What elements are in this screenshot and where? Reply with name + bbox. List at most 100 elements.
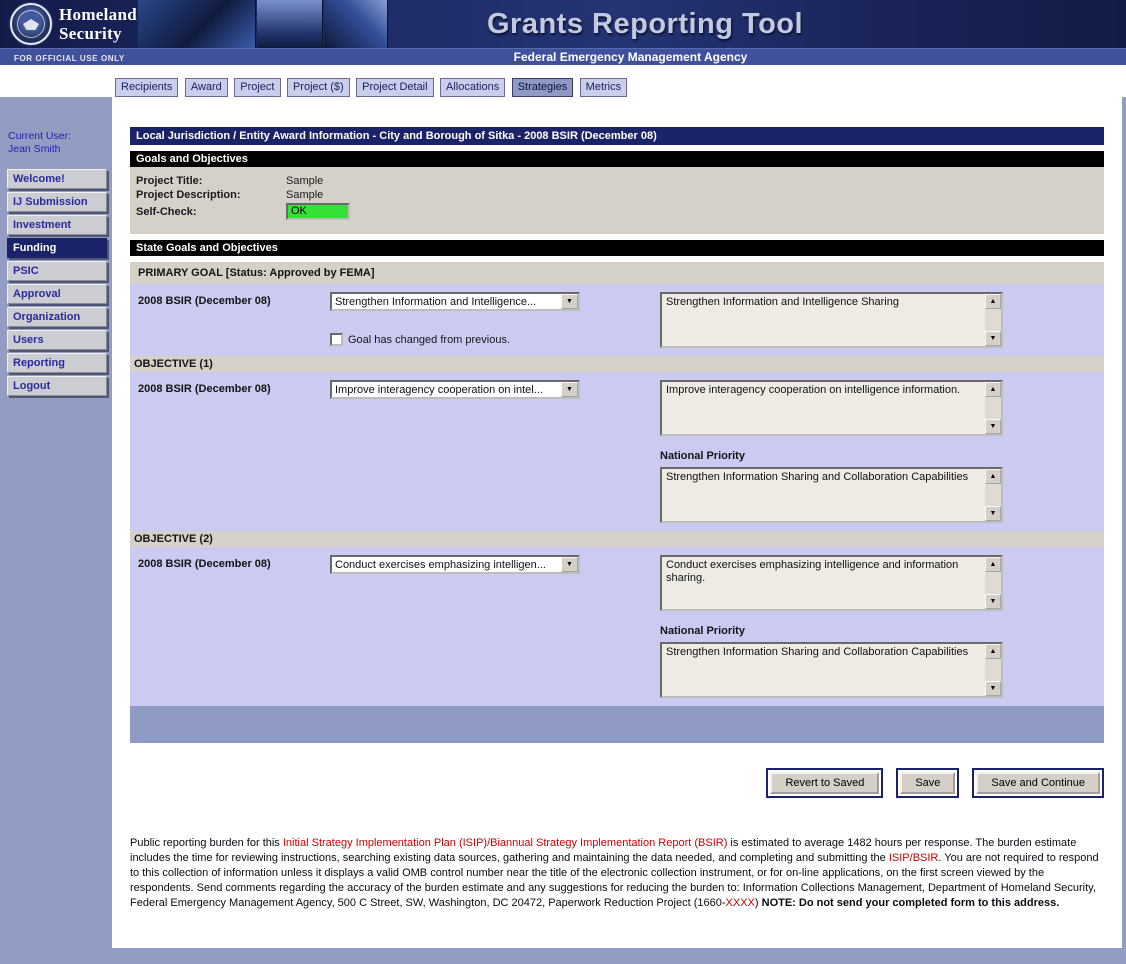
wordmark-line2: Security [59,24,122,43]
current-user-label: Current User: [8,130,71,142]
disclaimer-note: NOTE: Do not send your completed form to… [762,897,1060,909]
primary-goal-header: PRIMARY GOAL [Status: Approved by FEMA] [130,262,1104,284]
objective-2-dropdown[interactable]: Conduct exercises emphasizing intelligen… [330,555,580,574]
save-button[interactable]: Save [900,772,955,794]
paperwork-burden-disclaimer: Public reporting burden for this Initial… [130,836,1104,911]
tab-bar: Recipients Award Project Project ($) Pro… [0,65,1126,97]
project-description-value: Sample [286,189,323,201]
scrollbar[interactable]: ▲ ▼ [985,382,1001,434]
dropdown-arrow-icon[interactable]: ▼ [561,294,578,309]
objective-1-text: Improve interagency cooperation on intel… [662,382,985,434]
objective-2-dropdown-value: Conduct exercises emphasizing intelligen… [332,557,561,572]
dropdown-arrow-icon[interactable]: ▼ [561,382,578,397]
scrollbar[interactable]: ▲ ▼ [985,557,1001,609]
scroll-down-icon[interactable]: ▼ [985,506,1001,521]
scroll-down-icon[interactable]: ▼ [985,594,1001,609]
disclaimer-text: ) [755,897,762,909]
objective-2-national-priority-textarea[interactable]: Strengthen Information Sharing and Colla… [660,642,1003,698]
current-user-name: Jean Smith [8,143,61,155]
scroll-up-icon[interactable]: ▲ [985,644,1001,659]
tab-allocations[interactable]: Allocations [440,78,505,97]
objective-1-panel: 2008 BSIR (December 08) Improve interage… [130,372,1104,531]
sidebar-item-investment[interactable]: Investment [7,215,107,235]
isip-bsir-link[interactable]: Initial Strategy Implementation Plan (IS… [283,837,728,849]
primary-goal-text: Strengthen Information and Intelligence … [662,294,985,346]
sidebar: Current User: Jean Smith Welcome! IJ Sub… [0,97,112,948]
scroll-up-icon[interactable]: ▲ [985,294,1001,309]
self-check-status-field: OK [286,203,350,220]
tab-metrics[interactable]: Metrics [580,78,627,97]
project-info-panel: Project Title: Sample Project Descriptio… [130,167,1104,234]
scrollbar[interactable]: ▲ ▼ [985,294,1001,346]
scrollbar-track[interactable] [985,397,1001,419]
scrollbar[interactable]: ▲ ▼ [985,469,1001,521]
primary-goal-panel: 2008 BSIR (December 08) Strengthen Infor… [130,284,1104,356]
omb-number-link[interactable]: XXXX [726,897,755,909]
sidebar-item-approval[interactable]: Approval [7,284,107,304]
dropdown-arrow-icon[interactable]: ▼ [561,557,578,572]
scrollbar-track[interactable] [985,309,1001,331]
section-goals-and-objectives: Goals and Objectives [130,151,1104,167]
project-description-label: Project Description: [136,189,286,201]
tab-project[interactable]: Project [234,78,280,97]
header-photo-collage [257,0,323,48]
disclaimer-text: Public reporting burden for this [130,837,283,849]
tab-recipients[interactable]: Recipients [115,78,178,97]
goal-changed-checkbox[interactable] [330,333,343,346]
sidebar-item-reporting[interactable]: Reporting [7,353,107,373]
sidebar-item-organization[interactable]: Organization [7,307,107,327]
isip-bsir-short-link[interactable]: ISIP/BSIR [889,852,939,864]
page-title: Local Jurisdiction / Entity Award Inform… [130,127,1104,145]
objective-1-header: OBJECTIVE (1) [130,356,1104,372]
objective-2-text: Conduct exercises emphasizing intelligen… [662,557,985,609]
primary-goal-dropdown[interactable]: Strengthen Information and Intelligence.… [330,292,580,311]
revert-button-frame: Revert to Saved [766,768,883,798]
sidebar-item-logout[interactable]: Logout [7,376,107,396]
scrollbar-track[interactable] [985,484,1001,506]
objective-2-national-priority-text: Strengthen Information Sharing and Colla… [662,644,985,696]
objective-1-national-priority-textarea[interactable]: Strengthen Information Sharing and Colla… [660,467,1003,523]
scroll-up-icon[interactable]: ▲ [985,557,1001,572]
tab-project-dollars[interactable]: Project ($) [287,78,350,97]
scroll-down-icon[interactable]: ▼ [985,419,1001,434]
scrollbar-track[interactable] [985,659,1001,681]
action-button-row: Revert to Saved Save Save and Continue [130,768,1104,798]
revert-to-saved-button[interactable]: Revert to Saved [770,772,879,794]
scroll-down-icon[interactable]: ▼ [985,681,1001,696]
tab-project-detail[interactable]: Project Detail [356,78,433,97]
objective-2-row-label: 2008 BSIR (December 08) [138,555,330,698]
objective-1-dropdown[interactable]: Improve interagency cooperation on intel… [330,380,580,399]
homeland-security-wordmark: Homeland Security [59,5,137,43]
scrollbar[interactable]: ▲ ▼ [985,644,1001,696]
form-footer-strip [130,706,1104,743]
tab-award[interactable]: Award [185,78,228,97]
tab-strategies[interactable]: Strategies [512,78,574,97]
sidebar-item-users[interactable]: Users [7,330,107,350]
sidebar-item-funding[interactable]: Funding [7,238,107,258]
scroll-down-icon[interactable]: ▼ [985,331,1001,346]
objective-1-row-label: 2008 BSIR (December 08) [138,380,330,523]
objective-2-textarea[interactable]: Conduct exercises emphasizing intelligen… [660,555,1003,611]
objective-1-national-priority-label: National Priority [660,450,1005,462]
header-photo-collage [324,0,388,48]
header-photo-collage [138,0,256,48]
sidebar-item-psic[interactable]: PSIC [7,261,107,281]
sidebar-item-welcome[interactable]: Welcome! [7,169,107,189]
objective-2-header: OBJECTIVE (2) [130,531,1104,547]
save-and-continue-button[interactable]: Save and Continue [976,772,1100,794]
header-subbar: FOR OFFICIAL USE ONLY Federal Emergency … [0,48,1126,65]
self-check-label: Self-Check: [136,206,286,218]
primary-goal-textarea[interactable]: Strengthen Information and Intelligence … [660,292,1003,348]
objective-1-textarea[interactable]: Improve interagency cooperation on intel… [660,380,1003,436]
objective-1-dropdown-value: Improve interagency cooperation on intel… [332,382,561,397]
save-and-continue-button-frame: Save and Continue [972,768,1104,798]
current-user: Current User: Jean Smith [8,130,112,156]
dhs-seal-icon [10,3,52,45]
wordmark-line1: Homeland [59,5,137,24]
scrollbar-track[interactable] [985,572,1001,594]
sidebar-item-ij-submission[interactable]: IJ Submission [7,192,107,212]
scroll-up-icon[interactable]: ▲ [985,382,1001,397]
project-title-value: Sample [286,175,323,187]
section-state-goals-and-objectives: State Goals and Objectives [130,240,1104,256]
scroll-up-icon[interactable]: ▲ [985,469,1001,484]
